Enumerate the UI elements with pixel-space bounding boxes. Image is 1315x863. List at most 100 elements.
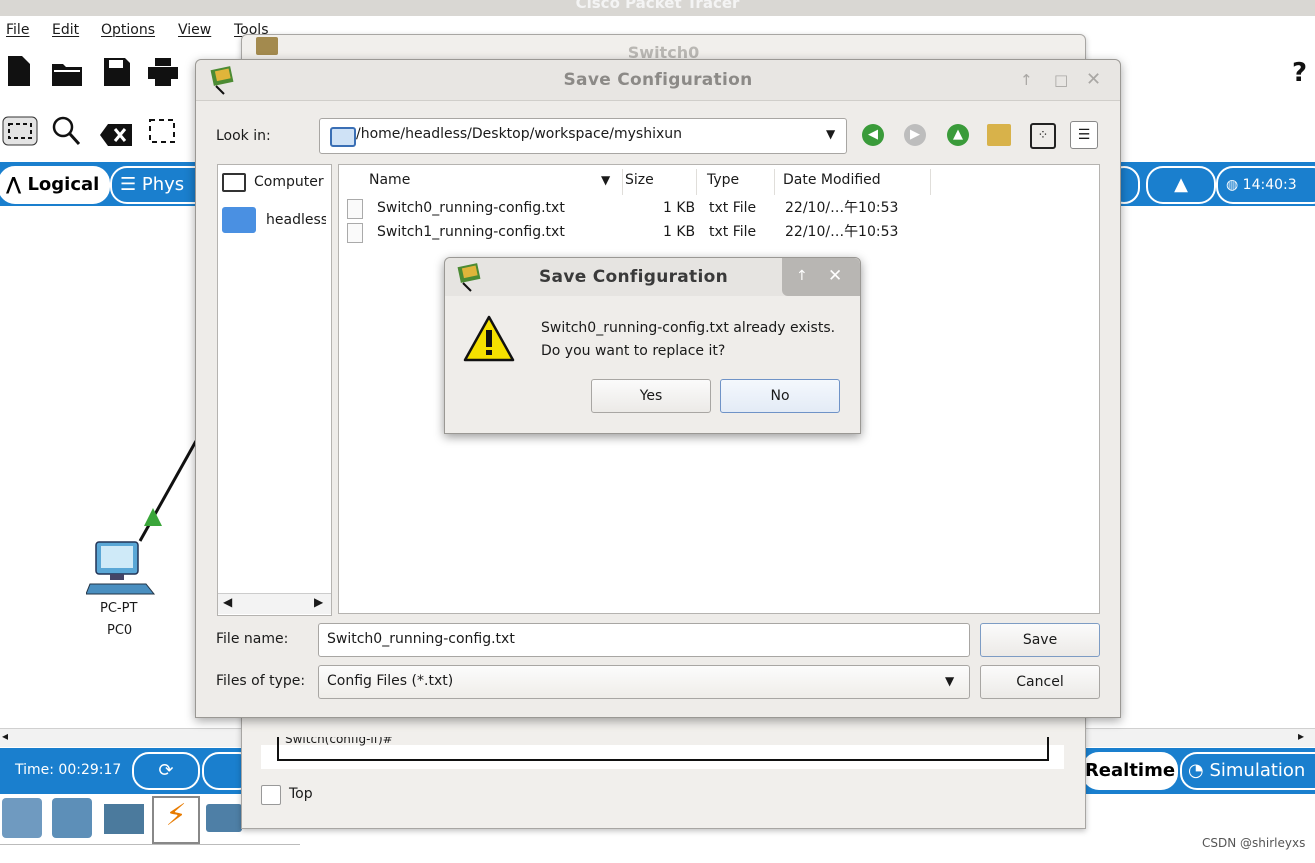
- routers-category-icon[interactable]: [2, 798, 42, 838]
- list-view-icon[interactable]: ⁘: [1030, 123, 1056, 149]
- scroll-left-icon[interactable]: ◀: [223, 595, 232, 609]
- yes-button[interactable]: Yes: [591, 379, 711, 413]
- confirm-message-line1: Switch0_running-config.txt already exist…: [541, 320, 836, 336]
- maximize-up-icon[interactable]: ↑: [796, 268, 808, 284]
- end-devices-category-icon[interactable]: [52, 798, 92, 838]
- scroll-left-icon[interactable]: ◂: [2, 729, 8, 743]
- new-file-icon[interactable]: [8, 56, 30, 93]
- column-size[interactable]: Size: [617, 169, 697, 195]
- watermark: CSDN @shirleyxs: [1202, 836, 1306, 850]
- cli-line: Switch(config-if)#: [277, 737, 1049, 761]
- chevron-down-icon: ▼: [826, 127, 836, 141]
- packet-tracer-logo-icon: [256, 37, 278, 55]
- sidebar-item-label: headless: [266, 212, 326, 228]
- menu-view[interactable]: View: [178, 22, 211, 38]
- forward-icon[interactable]: ▶: [904, 124, 926, 146]
- file-name-input[interactable]: Switch0_running-config.txt: [318, 623, 970, 657]
- restore-icon[interactable]: □: [1054, 71, 1068, 89]
- confirm-message-line2: Do you want to replace it?: [541, 343, 726, 359]
- dialog-titlebar: Save Configuration ↑ □ ✕: [196, 60, 1120, 101]
- file-type: txt File: [709, 224, 757, 240]
- link-up-indicator: [144, 508, 162, 526]
- clock-display: ◍ 14:40:3: [1216, 166, 1315, 204]
- file-size: 1 KB: [663, 200, 696, 216]
- look-in-path: /home/headless/Desktop/workspace/myshixu…: [356, 126, 683, 142]
- top-checkbox[interactable]: [261, 785, 281, 805]
- menu-file[interactable]: File: [6, 22, 29, 38]
- warning-icon: [463, 314, 515, 368]
- menu-edit[interactable]: Edit: [52, 22, 79, 38]
- sidebar-item-headless[interactable]: headless: [222, 205, 328, 235]
- delete-icon[interactable]: [100, 120, 132, 153]
- help-icon[interactable]: ?: [1292, 58, 1307, 88]
- mountain-icon: ▲: [1174, 174, 1188, 195]
- files-of-type-select[interactable]: Config Files (*.txt) ▼: [318, 665, 970, 699]
- resize-icon[interactable]: [148, 118, 176, 151]
- files-of-type-value: Config Files (*.txt): [327, 673, 454, 689]
- zoom-icon[interactable]: [52, 116, 81, 153]
- simulation-icon: ◔: [1188, 760, 1204, 781]
- select-icon[interactable]: [2, 116, 38, 153]
- save-icon[interactable]: [104, 58, 130, 93]
- app-title: Cisco Packet Tracer: [575, 0, 740, 12]
- file-row[interactable]: Switch1_running-config.txt 1 KB txt File…: [345, 221, 945, 243]
- maximize-up-icon[interactable]: ↑: [1020, 71, 1033, 89]
- file-row[interactable]: Switch0_running-config.txt 1 KB txt File…: [345, 197, 945, 219]
- sidebar-item-label: Computer: [254, 174, 324, 190]
- look-in-combo[interactable]: /home/headless/Desktop/workspace/myshixu…: [319, 118, 847, 154]
- confirm-window-controls: ↑ ✕: [782, 258, 860, 296]
- new-folder-icon[interactable]: [987, 124, 1011, 146]
- connections-category-icon[interactable]: ⚡: [152, 796, 200, 844]
- globe-icon: ◍: [1226, 177, 1239, 193]
- sidebar-hscrollbar[interactable]: ◀ ▶: [218, 593, 331, 614]
- files-of-type-label: Files of type:: [216, 673, 306, 689]
- menu-options[interactable]: Options: [101, 22, 155, 38]
- scroll-right-icon[interactable]: ▸: [1298, 729, 1304, 743]
- device-name-label: PC0: [107, 623, 133, 638]
- pc-device-icon[interactable]: [85, 540, 156, 604]
- cli-output-area[interactable]: Switch(config-if)#: [261, 737, 1064, 769]
- computer-icon: [222, 173, 246, 192]
- logical-icon: ⋀: [6, 174, 22, 195]
- components-category-icon[interactable]: [104, 804, 144, 834]
- home-folder-icon: [222, 207, 256, 233]
- open-folder-icon[interactable]: [52, 60, 82, 93]
- look-in-label: Look in:: [216, 128, 271, 144]
- device-type-label: PC-PT: [100, 601, 138, 616]
- detail-view-icon[interactable]: ☰: [1070, 121, 1098, 149]
- tab-logical[interactable]: ⋀ Logical: [0, 166, 110, 204]
- scroll-right-icon[interactable]: ▶: [314, 595, 323, 609]
- file-modified: 22/10/…午10:53: [785, 200, 899, 216]
- device-palette-divider: [0, 844, 300, 863]
- no-button[interactable]: No: [720, 379, 840, 413]
- back-icon[interactable]: ◀: [862, 124, 884, 146]
- misc-category-icon[interactable]: [206, 804, 242, 832]
- confirm-title: Save Configuration: [539, 267, 728, 287]
- close-icon[interactable]: ✕: [828, 266, 842, 286]
- simulation-button[interactable]: ◔ Simulation: [1180, 752, 1315, 790]
- save-button[interactable]: Save: [980, 623, 1100, 657]
- confirm-titlebar: Save Configuration ↑ ✕: [445, 258, 860, 296]
- places-sidebar: Computer headless ◀ ▶: [217, 164, 332, 616]
- file-name-value: Switch0_running-config.txt: [327, 631, 515, 647]
- text-file-icon: [347, 199, 363, 219]
- clock-label: 14:40:3: [1242, 177, 1297, 193]
- chevron-down-icon: ▼: [945, 674, 955, 688]
- sort-down-icon: ▼: [601, 173, 611, 187]
- column-type[interactable]: Type: [699, 169, 775, 195]
- background-button[interactable]: ▲: [1146, 166, 1216, 204]
- simulation-label: Simulation: [1209, 760, 1306, 781]
- power-cycle-button[interactable]: ⟳: [132, 752, 200, 790]
- column-name[interactable]: Name ▼: [361, 169, 623, 195]
- time-label: Time: 00:29:17: [15, 762, 122, 778]
- parent-folder-icon[interactable]: ▲: [947, 124, 969, 146]
- confirm-replace-dialog: Save Configuration ↑ ✕ Switch0_running-c…: [444, 257, 861, 434]
- cancel-button[interactable]: Cancel: [980, 665, 1100, 699]
- print-icon[interactable]: [148, 58, 178, 93]
- column-date-modified[interactable]: Date Modified: [775, 169, 931, 195]
- sidebar-item-computer[interactable]: Computer: [222, 171, 328, 195]
- file-modified: 22/10/…午10:53: [785, 224, 899, 240]
- close-icon[interactable]: ✕: [1086, 69, 1101, 90]
- realtime-button[interactable]: Realtime: [1082, 752, 1178, 790]
- tab-logical-label: Logical: [27, 174, 100, 195]
